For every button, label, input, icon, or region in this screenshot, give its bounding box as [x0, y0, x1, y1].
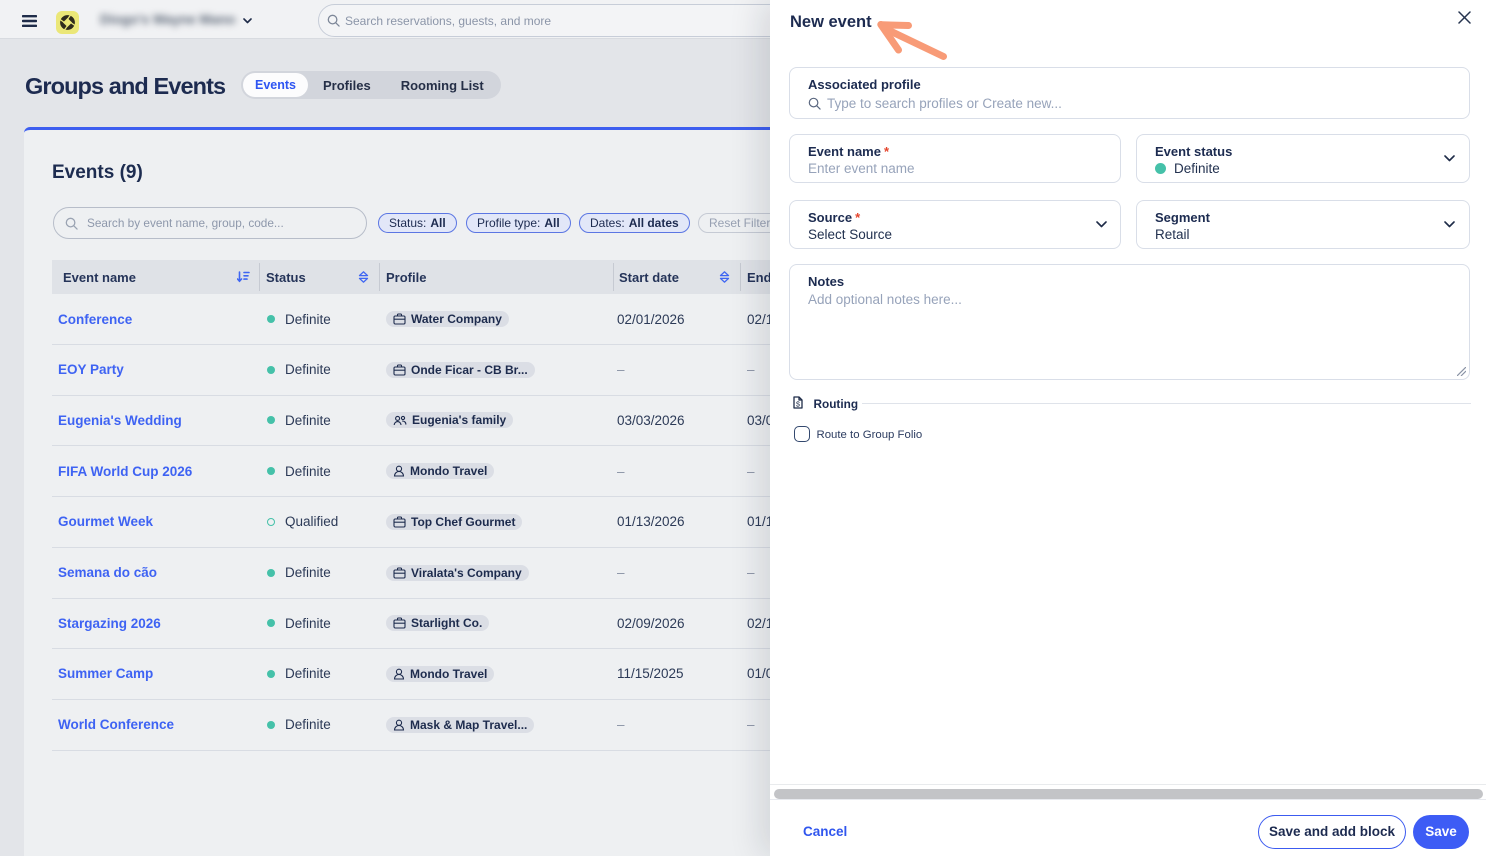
- svg-text:$: $: [796, 402, 800, 409]
